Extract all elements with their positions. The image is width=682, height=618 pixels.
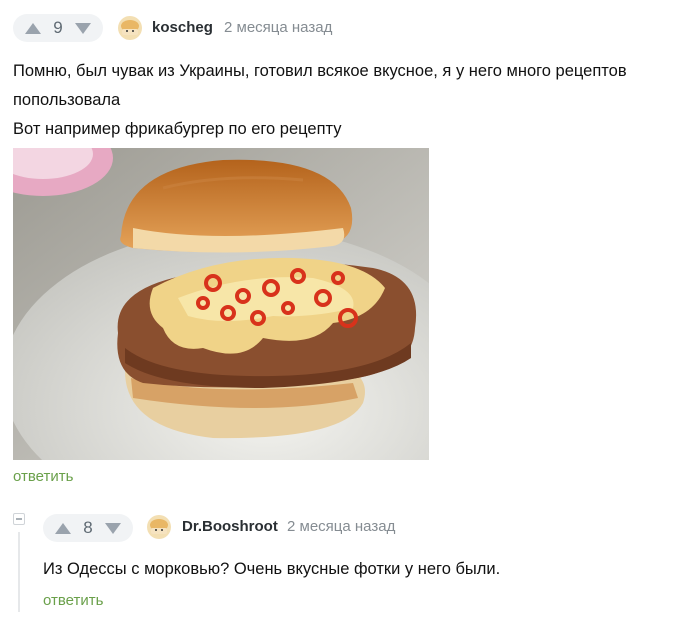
comment-vote-widget: 9 (13, 14, 103, 42)
collapse-thread-icon[interactable] (13, 513, 25, 525)
reply-time[interactable]: 2 месяца назад (287, 518, 395, 535)
comment-time[interactable]: 2 месяца назад (224, 19, 332, 36)
upvote-icon[interactable] (55, 522, 71, 534)
avatar-icon[interactable] (147, 515, 171, 539)
upvote-icon[interactable] (25, 22, 41, 34)
downvote-icon[interactable] (75, 22, 91, 34)
comment-username[interactable]: koscheg (152, 19, 213, 36)
reply-vote-widget: 8 (43, 514, 133, 542)
reply-reply-link[interactable]: ответить (43, 592, 103, 609)
burger-photo[interactable] (13, 148, 429, 460)
reply-rating: 8 (83, 518, 93, 537)
downvote-icon[interactable] (105, 522, 121, 534)
reply-text: Из Одессы с морковью? Очень вкусные фотк… (43, 560, 501, 578)
comment-reply-link[interactable]: ответить (13, 468, 73, 485)
thread-line[interactable] (18, 532, 20, 612)
comment-text-line-2: попользовала (13, 91, 121, 109)
comment-rating: 9 (53, 18, 63, 37)
reply-username[interactable]: Dr.Booshroot (182, 518, 278, 535)
avatar-icon[interactable] (118, 16, 142, 40)
comment-text-line-1: Помню, был чувак из Украины, готовил вся… (13, 62, 627, 80)
comment-text-line-3: Вот например фрикабургер по его рецепту (13, 120, 342, 138)
